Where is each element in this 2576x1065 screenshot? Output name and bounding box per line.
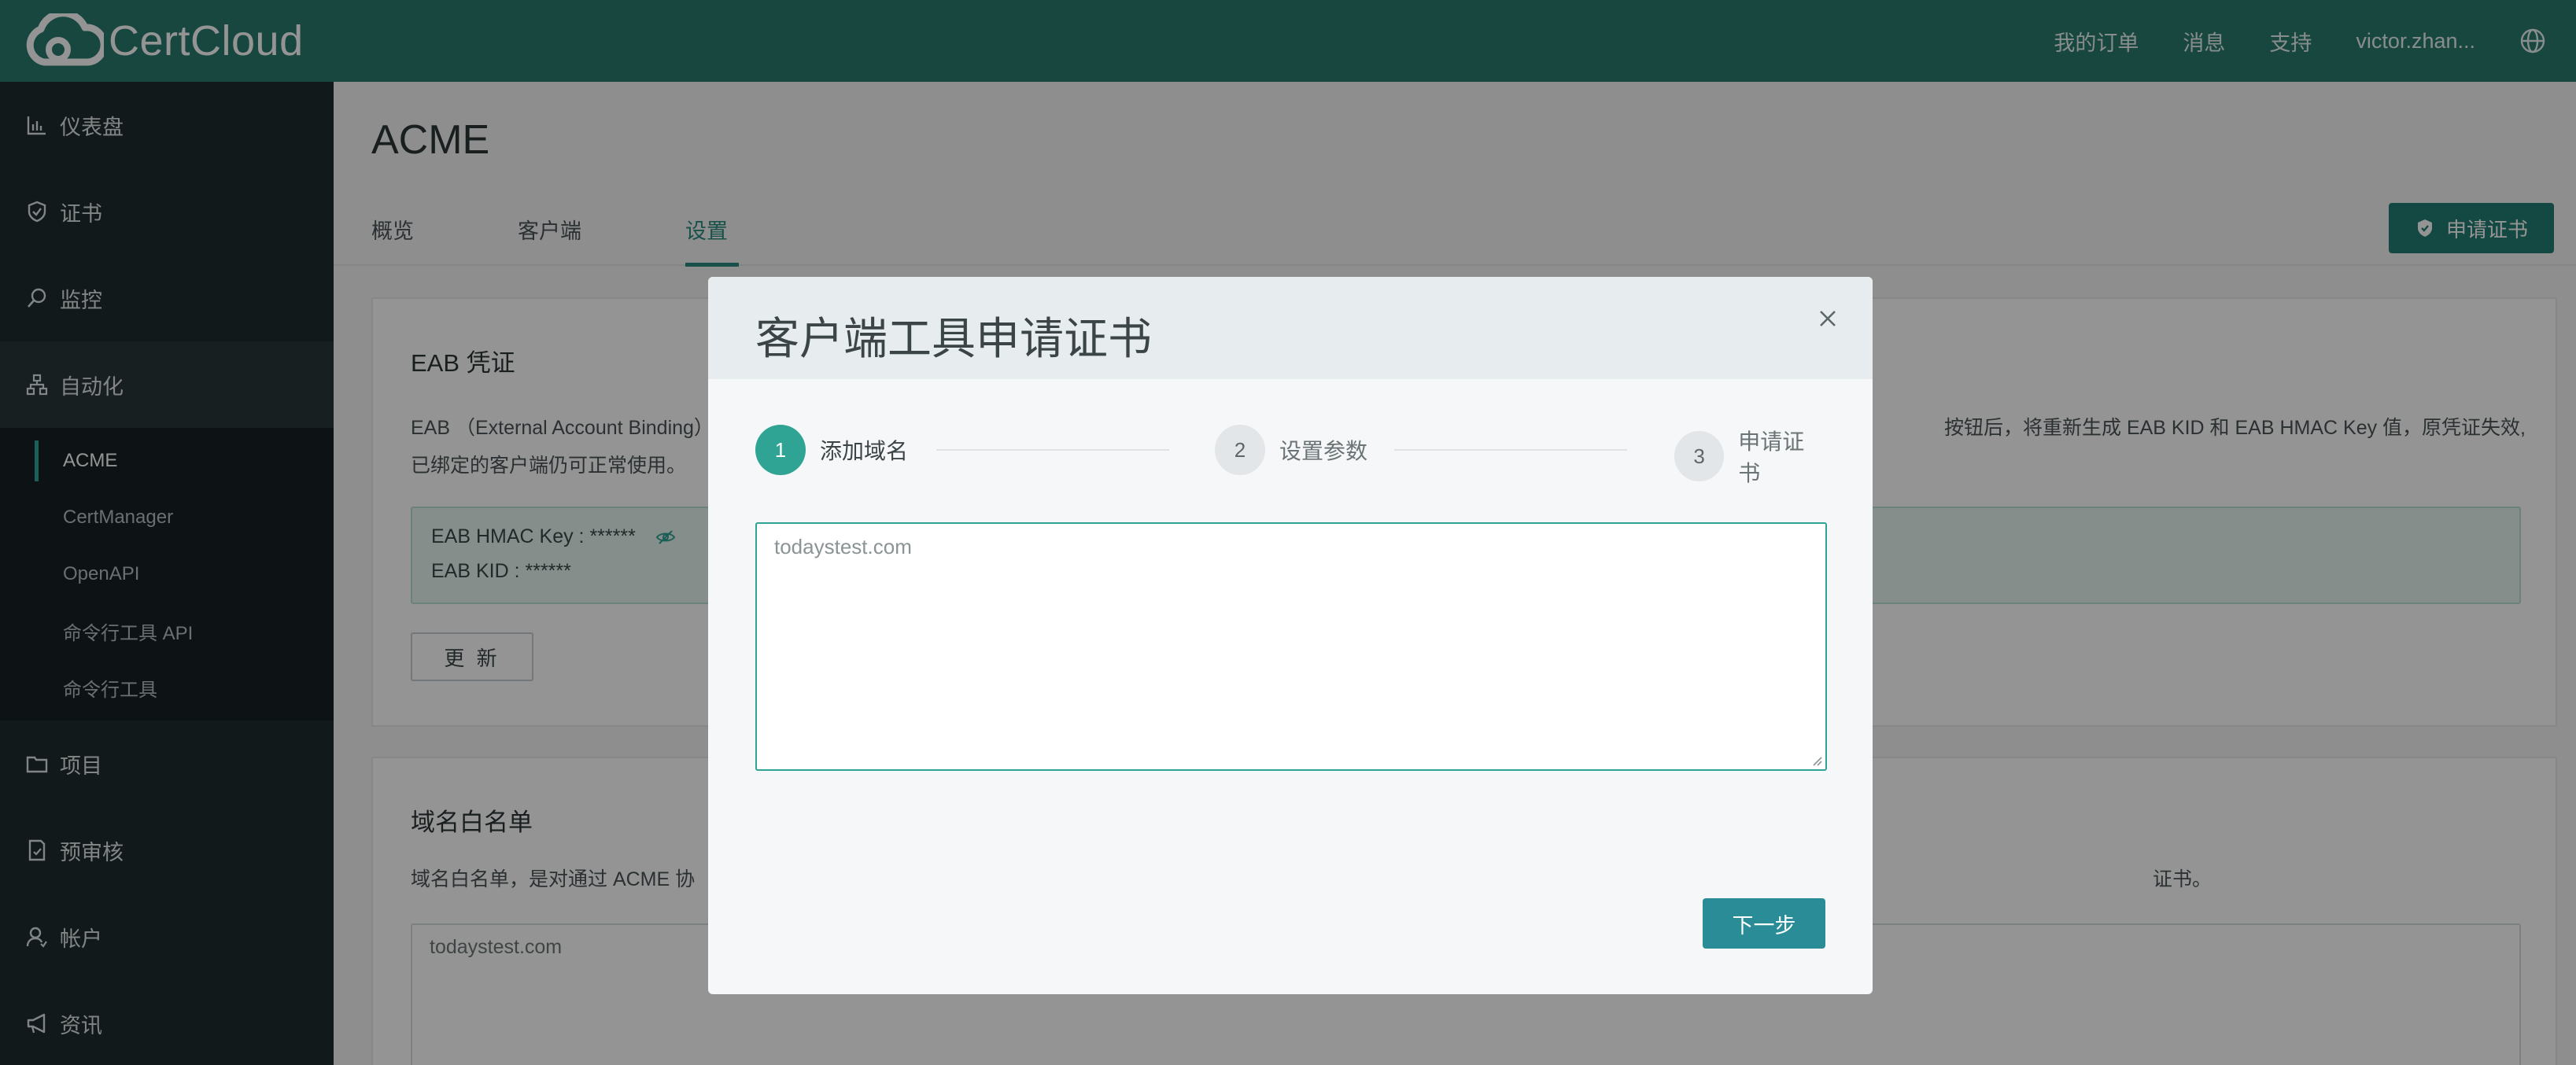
step-connector bbox=[1394, 449, 1627, 451]
domain-placeholder: todaystest.com bbox=[774, 535, 912, 558]
apply-certificate-dialog: 客户端工具申请证书 1 添加域名 2 设置参数 3 申请证书 todaystes… bbox=[708, 277, 1873, 994]
step-number: 3 bbox=[1674, 431, 1725, 481]
domain-textarea[interactable]: todaystest.com bbox=[755, 522, 1827, 771]
next-step-button[interactable]: 下一步 bbox=[1703, 898, 1825, 949]
step-label: 申请证书 bbox=[1738, 429, 1805, 485]
dialog-header: 客户端工具申请证书 bbox=[708, 277, 1873, 379]
step-connector bbox=[936, 449, 1169, 451]
dialog-title: 客户端工具申请证书 bbox=[755, 314, 1152, 363]
close-icon[interactable] bbox=[1816, 307, 1840, 330]
step-number: 2 bbox=[1215, 425, 1265, 475]
step-add-domain: 1 添加域名 bbox=[755, 425, 908, 475]
step-set-params: 2 设置参数 bbox=[1215, 425, 1367, 475]
stepper: 1 添加域名 2 设置参数 3 申请证书 bbox=[755, 425, 1825, 485]
step-number: 1 bbox=[755, 425, 806, 475]
step-apply-cert: 3 申请证书 bbox=[1674, 425, 1825, 488]
step-label: 添加域名 bbox=[820, 439, 909, 463]
resize-handle-icon[interactable] bbox=[1811, 755, 1822, 766]
step-label: 设置参数 bbox=[1279, 439, 1368, 463]
